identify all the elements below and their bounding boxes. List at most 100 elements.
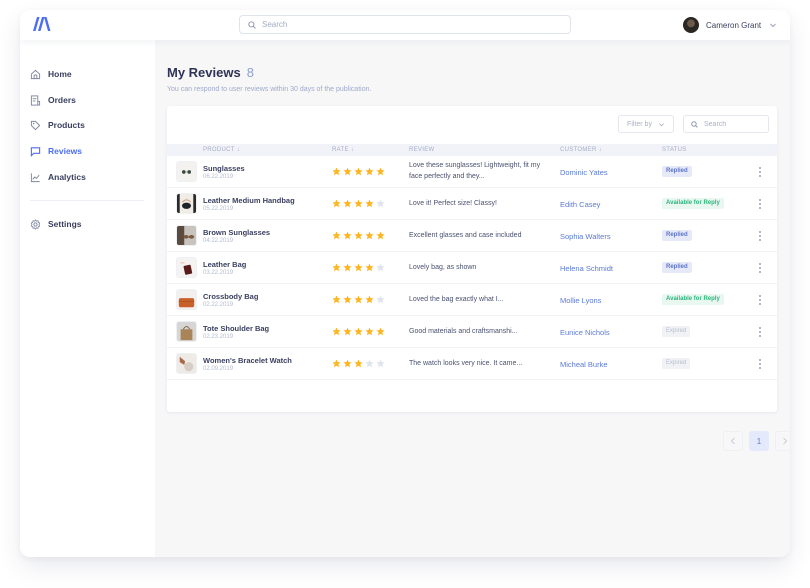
page-number: 1 — [756, 436, 762, 446]
sidebar-item-home[interactable]: Home — [30, 65, 72, 83]
star-icon — [332, 327, 341, 336]
sidebar-item-label: Products — [48, 120, 85, 130]
star-icon — [365, 231, 374, 240]
table-row[interactable]: Tote Shoulder Bag 02.23.2019 Good material… — [167, 316, 777, 348]
sidebar-item-reviews[interactable]: Reviews — [30, 142, 82, 160]
star-icon — [376, 231, 385, 240]
sort-arrow-icon: ↓ — [236, 147, 240, 153]
more-options-icon[interactable] — [757, 357, 763, 371]
customer-link[interactable]: Eunice Nichols — [560, 328, 610, 337]
sidebar-item-orders[interactable]: Orders — [30, 91, 76, 109]
star-icon — [376, 263, 385, 272]
user-menu[interactable]: Cameron Grant — [683, 16, 777, 34]
sidebar-item-settings[interactable]: Settings — [30, 215, 82, 233]
status-badge: Available for Reply — [662, 294, 724, 305]
product-name[interactable]: Brown Sunglasses — [203, 228, 270, 237]
table-row[interactable]: Women's Bracelet Watch 02.09.2019 The watc… — [167, 348, 777, 380]
customer-link[interactable]: Dominic Yates — [560, 168, 608, 177]
sidebar-item-analytics[interactable]: Analytics — [30, 168, 86, 186]
status-badge: Expired — [662, 326, 691, 337]
star-rating — [332, 327, 387, 336]
filter-by-dropdown[interactable]: Filter by — [618, 115, 674, 133]
star-icon — [354, 167, 363, 176]
product-name[interactable]: Tote Shoulder Bag — [203, 324, 269, 333]
more-options-icon[interactable] — [757, 261, 763, 275]
customer-link[interactable]: Mollie Lyons — [560, 296, 601, 305]
star-icon — [376, 199, 385, 208]
sidebar: Home Orders Products Reviews Analytics S… — [20, 40, 155, 557]
global-search[interactable] — [239, 15, 571, 34]
star-icon — [332, 167, 341, 176]
star-icon — [365, 167, 374, 176]
product-name[interactable]: Women's Bracelet Watch — [203, 356, 292, 365]
chart-icon — [30, 172, 40, 182]
star-icon — [332, 199, 341, 208]
product-name[interactable]: Leather Medium Handbag — [203, 196, 295, 205]
status-badge: Available for Reply — [662, 198, 724, 209]
sidebar-item-label: Reviews — [48, 146, 83, 156]
sidebar-item-products[interactable]: Products — [30, 116, 85, 134]
star-icon — [376, 327, 385, 336]
star-icon — [343, 231, 352, 240]
column-header-product[interactable]: PRODUCT ↓ — [203, 147, 240, 153]
product-name[interactable]: Sunglasses — [203, 164, 245, 173]
star-rating — [332, 167, 387, 176]
customer-link[interactable]: Helena Schmidt — [560, 264, 613, 273]
chevron-left-icon — [730, 437, 735, 445]
page-title-text: My Reviews — [167, 65, 241, 80]
top-bar: Cameron Grant — [20, 10, 790, 40]
table-row[interactable]: Leather Bag 03.22.2019 Lovely bag, as show… — [167, 252, 777, 284]
table-row[interactable]: Leather Medium Handbag 05.22.2019 Love it!… — [167, 188, 777, 220]
product-thumbnail — [176, 193, 197, 214]
logo-icon[interactable] — [33, 17, 51, 31]
table-row[interactable]: Brown Sunglasses 04.22.2019 Excellent glas… — [167, 220, 777, 252]
product-thumbnail — [176, 257, 197, 278]
star-icon — [343, 359, 352, 368]
reviews-search-input[interactable] — [704, 120, 764, 128]
more-options-icon[interactable] — [757, 293, 763, 307]
prev-page-button[interactable] — [723, 431, 743, 451]
page-button-current[interactable]: 1 — [749, 431, 769, 451]
avatar[interactable] — [683, 17, 699, 33]
customer-link[interactable]: Edith Casey — [560, 200, 600, 209]
star-icon — [354, 327, 363, 336]
column-header-rate[interactable]: RATE ↓ — [332, 147, 354, 153]
more-options-icon[interactable] — [757, 165, 763, 179]
reviews-search[interactable] — [683, 115, 769, 133]
chevron-down-icon[interactable] — [769, 21, 777, 29]
product-thumbnail — [176, 161, 197, 182]
star-icon — [343, 327, 352, 336]
table-header: PRODUCT ↓ RATE ↓ REVIEW CUSTOMER ↓ STATU… — [167, 144, 777, 156]
column-header-status: STATUS — [662, 147, 687, 153]
star-icon — [343, 167, 352, 176]
next-page-button[interactable] — [775, 431, 790, 451]
sort-arrow-icon: ↓ — [350, 147, 355, 153]
table-row[interactable]: Crossbody Bag 02.22.2019 Loved the bag exa… — [167, 284, 777, 316]
status-badge: Replied — [662, 230, 692, 241]
star-icon — [343, 263, 352, 272]
column-header-review: REVIEW — [409, 147, 435, 153]
tag-icon — [30, 120, 41, 130]
more-options-icon[interactable] — [757, 197, 763, 211]
customer-link[interactable]: Sophia Walters — [560, 232, 611, 241]
star-icon — [365, 327, 374, 336]
product-name[interactable]: Crossbody Bag — [203, 292, 258, 301]
star-icon — [354, 231, 363, 240]
user-name: Cameron Grant — [706, 20, 762, 30]
filter-label: Filter by — [627, 120, 652, 128]
review-date: 02.23.2019 — [203, 334, 234, 340]
star-icon — [354, 263, 363, 272]
global-search-input[interactable] — [262, 20, 552, 29]
column-header-customer[interactable]: CUSTOMER ↓ — [560, 147, 602, 153]
product-name[interactable]: Leather Bag — [203, 260, 246, 269]
star-icon — [376, 359, 385, 368]
star-icon — [354, 295, 363, 304]
more-options-icon[interactable] — [757, 325, 763, 339]
review-date: 02.09.2019 — [203, 366, 234, 372]
table-row[interactable]: Sunglasses 06.22.2019 Love these sunglasse… — [167, 156, 777, 188]
more-options-icon[interactable] — [757, 229, 763, 243]
customer-link[interactable]: Micheal Burke — [560, 360, 608, 369]
star-icon — [332, 359, 341, 368]
star-icon — [365, 199, 374, 208]
product-thumbnail — [176, 225, 197, 246]
